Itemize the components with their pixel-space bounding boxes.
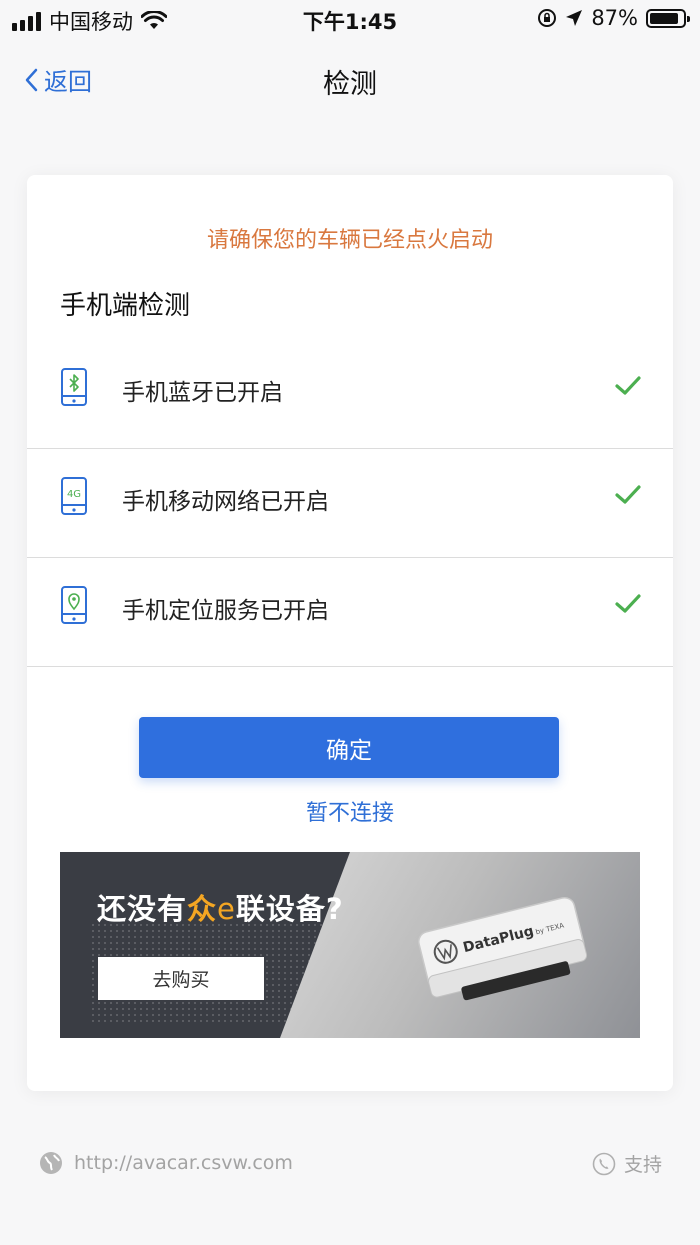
battery-level [650,12,678,24]
check-row-network: 4G 手机移动网络已开启 [27,449,673,558]
phone-4g-icon: 4G [61,477,87,515]
battery-icon [646,8,690,28]
banner-text-suffix: 设备? [265,892,344,926]
dataplug-device-image: DataPlug by TEXA [418,896,588,1001]
support-label: 支持 [623,1154,662,1176]
footer-url-text: http://avacar.csvw.com [74,1152,293,1174]
svg-text:4G: 4G [67,489,81,500]
banner-headline: 还没有众e联设备? [97,886,344,928]
page-title: 检测 [323,69,377,100]
check-icon [615,485,641,504]
section-title: 手机端检测 [60,291,191,321]
skip-connect-link[interactable]: 暂不连接 [27,795,673,827]
check-row-location: 手机定位服务已开启 [27,558,673,667]
banner-brand-zhong: 众 [187,892,218,926]
ignition-notice: 请确保您的车辆已经点火启动 [206,228,493,253]
buy-button[interactable]: 去购买 [98,957,264,1000]
battery-percent: 87% [591,6,638,30]
status-right: 87% [537,6,690,30]
nav-bar: 返回 检测 [0,50,700,106]
check-icon [615,376,641,395]
phone-location-icon [61,586,87,624]
banner-brand-e: e [217,892,236,926]
banner-brand-lian: 联 [235,892,266,926]
check-icon [615,594,641,613]
check-label-network: 手机移动网络已开启 [122,489,329,515]
globe-icon [40,1152,62,1174]
status-bar: 中国移动 下午1:45 87% [0,0,700,38]
check-row-bluetooth: 手机蓝牙已开启 [27,340,673,449]
check-label-location: 手机定位服务已开启 [122,598,329,624]
detection-card: 请确保您的车辆已经点火启动 手机端检测 手机蓝牙已开启 4G 手机移动网络已开启 [27,175,673,1091]
footer-support-link[interactable]: 支持 [592,1150,662,1177]
orientation-lock-icon [538,9,557,27]
phone-support-icon [592,1152,616,1175]
confirm-button[interactable]: 确定 [139,717,559,778]
check-label-bluetooth: 手机蓝牙已开启 [122,380,283,406]
location-arrow-icon [566,10,583,26]
purchase-banner[interactable]: DataPlug by TEXA 还没有众e联设备? 去购买 [60,852,640,1038]
footer-website-link[interactable]: http://avacar.csvw.com [38,1150,293,1176]
banner-text-prefix: 还没有 [97,892,188,926]
phone-bluetooth-icon [61,368,87,406]
